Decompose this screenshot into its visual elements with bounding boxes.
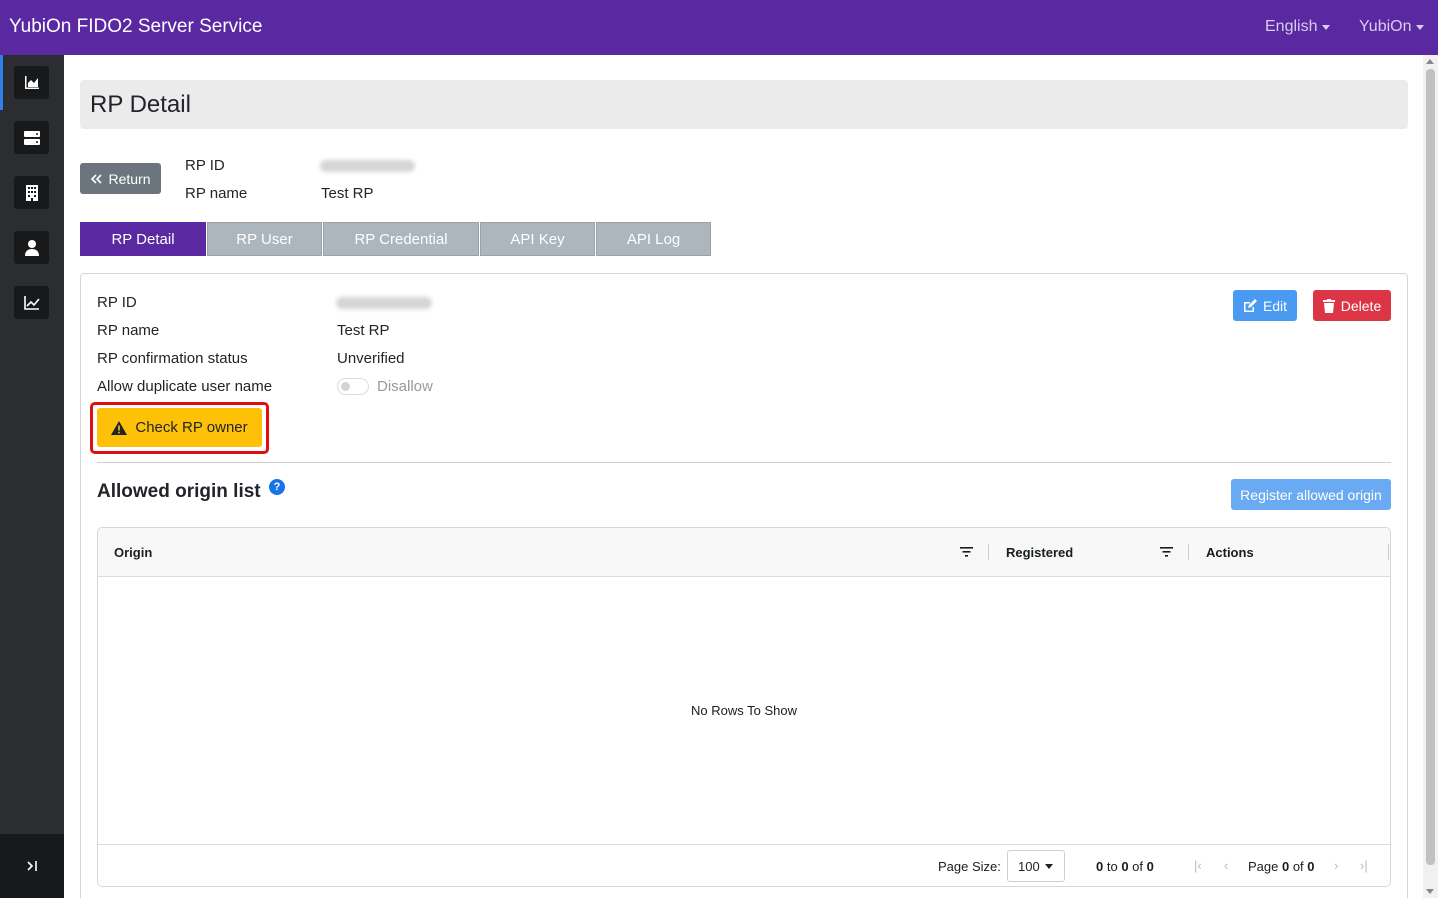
top-navbar: YubiOn FIDO2 Server Service English Yubi… xyxy=(0,0,1438,55)
edit-label: Edit xyxy=(1262,297,1288,314)
first-page-icon[interactable]: |‹ xyxy=(1194,858,1202,873)
tab-rp-detail[interactable]: RP Detail xyxy=(80,222,206,256)
warning-icon xyxy=(111,420,128,435)
range-from: 0 xyxy=(1096,859,1104,874)
grid-pagination: Page Size: 100 0 to 0 of 0 |‹ ‹ Page 0 o… xyxy=(98,844,1390,886)
empty-grid-message: No Rows To Show xyxy=(691,703,797,718)
scroll-thumb[interactable] xyxy=(1426,69,1435,865)
section-divider xyxy=(97,462,1391,463)
scroll-up-icon[interactable] xyxy=(1426,59,1434,64)
duplicate-user-name-label: Allow duplicate user name xyxy=(97,378,273,395)
area-chart-icon xyxy=(24,75,39,89)
chevron-down-icon xyxy=(1044,863,1053,869)
sidebar-item-dashboard[interactable] xyxy=(14,66,49,99)
rp-name-value: Test RP xyxy=(337,322,390,339)
next-page-icon[interactable]: › xyxy=(1334,858,1338,873)
double-chevron-left-icon xyxy=(91,173,103,184)
delete-button[interactable]: Delete xyxy=(1313,290,1391,321)
column-header-registered[interactable]: Registered xyxy=(1006,545,1073,560)
summary-rp-name-value: Test RP xyxy=(321,185,374,202)
sidebar-item-organization[interactable] xyxy=(14,176,49,209)
expand-sidebar-icon xyxy=(27,861,37,871)
tab-api-key[interactable]: API Key xyxy=(480,222,595,256)
column-header-actions[interactable]: Actions xyxy=(1206,545,1254,560)
column-separator[interactable] xyxy=(1388,544,1389,560)
page-size-select[interactable]: 100 xyxy=(1007,850,1065,882)
page-header: RP Detail xyxy=(80,80,1408,129)
grid-header: Origin Registered Actions xyxy=(98,528,1390,577)
sidebar-active-indicator xyxy=(0,55,3,110)
page-title: RP Detail xyxy=(90,91,191,118)
filter-icon[interactable] xyxy=(1160,547,1173,557)
rp-id-label: RP ID xyxy=(97,294,137,311)
app-title[interactable]: YubiOn FIDO2 Server Service xyxy=(9,16,262,38)
trash-icon xyxy=(1322,298,1335,313)
confirmation-status-value: Unverified xyxy=(337,350,405,367)
summary-rp-id-value-redacted xyxy=(320,160,415,172)
chevron-down-icon xyxy=(1322,24,1331,30)
user-dropdown[interactable]: YubiOn xyxy=(1359,18,1425,36)
tab-bar: RP Detail RP User RP Credential API Key … xyxy=(80,222,711,256)
allowed-origin-title: Allowed origin list xyxy=(97,481,261,502)
chevron-down-icon xyxy=(1416,24,1425,30)
sidebar-item-rp[interactable] xyxy=(14,121,49,154)
page-scrollbar[interactable] xyxy=(1423,55,1438,898)
range-to: 0 xyxy=(1121,859,1129,874)
check-rp-owner-button[interactable]: Check RP owner xyxy=(97,408,262,447)
confirmation-status-label: RP confirmation status xyxy=(97,350,248,367)
tab-rp-user[interactable]: RP User xyxy=(207,222,322,256)
delete-label: Delete xyxy=(1340,297,1382,314)
language-dropdown[interactable]: English xyxy=(1265,18,1331,36)
rp-id-value-redacted xyxy=(336,297,432,309)
filter-icon[interactable] xyxy=(960,547,973,557)
edit-button[interactable]: Edit xyxy=(1233,290,1297,321)
rp-name-label: RP name xyxy=(97,322,160,339)
page-size-value: 100 xyxy=(1018,858,1040,874)
column-header-origin[interactable]: Origin xyxy=(114,545,152,560)
summary-rp-name-label: RP name xyxy=(185,185,248,202)
page-current: 0 xyxy=(1281,859,1290,874)
user-label: YubiOn xyxy=(1359,18,1412,35)
row-range-summary: 0 to 0 of 0 xyxy=(1096,859,1154,874)
sidebar-item-statistics[interactable] xyxy=(14,286,49,319)
range-total: 0 xyxy=(1146,859,1154,874)
page-size-label: Page Size: xyxy=(938,859,1001,874)
tab-rp-credential[interactable]: RP Credential xyxy=(323,222,479,256)
duplicate-user-name-toggle[interactable] xyxy=(337,378,369,395)
edit-icon xyxy=(1243,298,1257,312)
allowed-origin-grid: Origin Registered Actions No Rows To Sho… xyxy=(97,527,1391,887)
language-label: English xyxy=(1265,18,1318,35)
toggle-knob xyxy=(341,382,350,391)
summary-rp-id-label: RP ID xyxy=(185,157,225,174)
sidebar xyxy=(0,55,64,898)
return-button[interactable]: Return xyxy=(80,163,161,194)
page-total: 0 xyxy=(1307,859,1315,874)
line-chart-icon xyxy=(23,295,40,310)
column-separator[interactable] xyxy=(1188,544,1189,560)
previous-page-icon[interactable]: ‹ xyxy=(1224,858,1228,873)
page-summary: Page 0 of 0 xyxy=(1248,859,1315,874)
duplicate-user-name-value: Disallow xyxy=(377,378,433,395)
help-icon[interactable]: ? xyxy=(269,479,285,495)
register-allowed-origin-button[interactable]: Register allowed origin xyxy=(1231,479,1391,510)
user-icon xyxy=(24,239,39,256)
sidebar-toggle[interactable] xyxy=(0,834,64,898)
building-icon xyxy=(25,184,38,201)
return-label: Return xyxy=(108,170,151,187)
tab-api-log[interactable]: API Log xyxy=(596,222,711,256)
scroll-down-icon[interactable] xyxy=(1426,889,1434,894)
column-separator[interactable] xyxy=(988,544,989,560)
check-rp-owner-label: Check RP owner xyxy=(135,419,248,436)
last-page-icon[interactable]: ›| xyxy=(1360,858,1368,873)
server-icon xyxy=(23,130,40,145)
sidebar-item-users[interactable] xyxy=(14,231,49,264)
